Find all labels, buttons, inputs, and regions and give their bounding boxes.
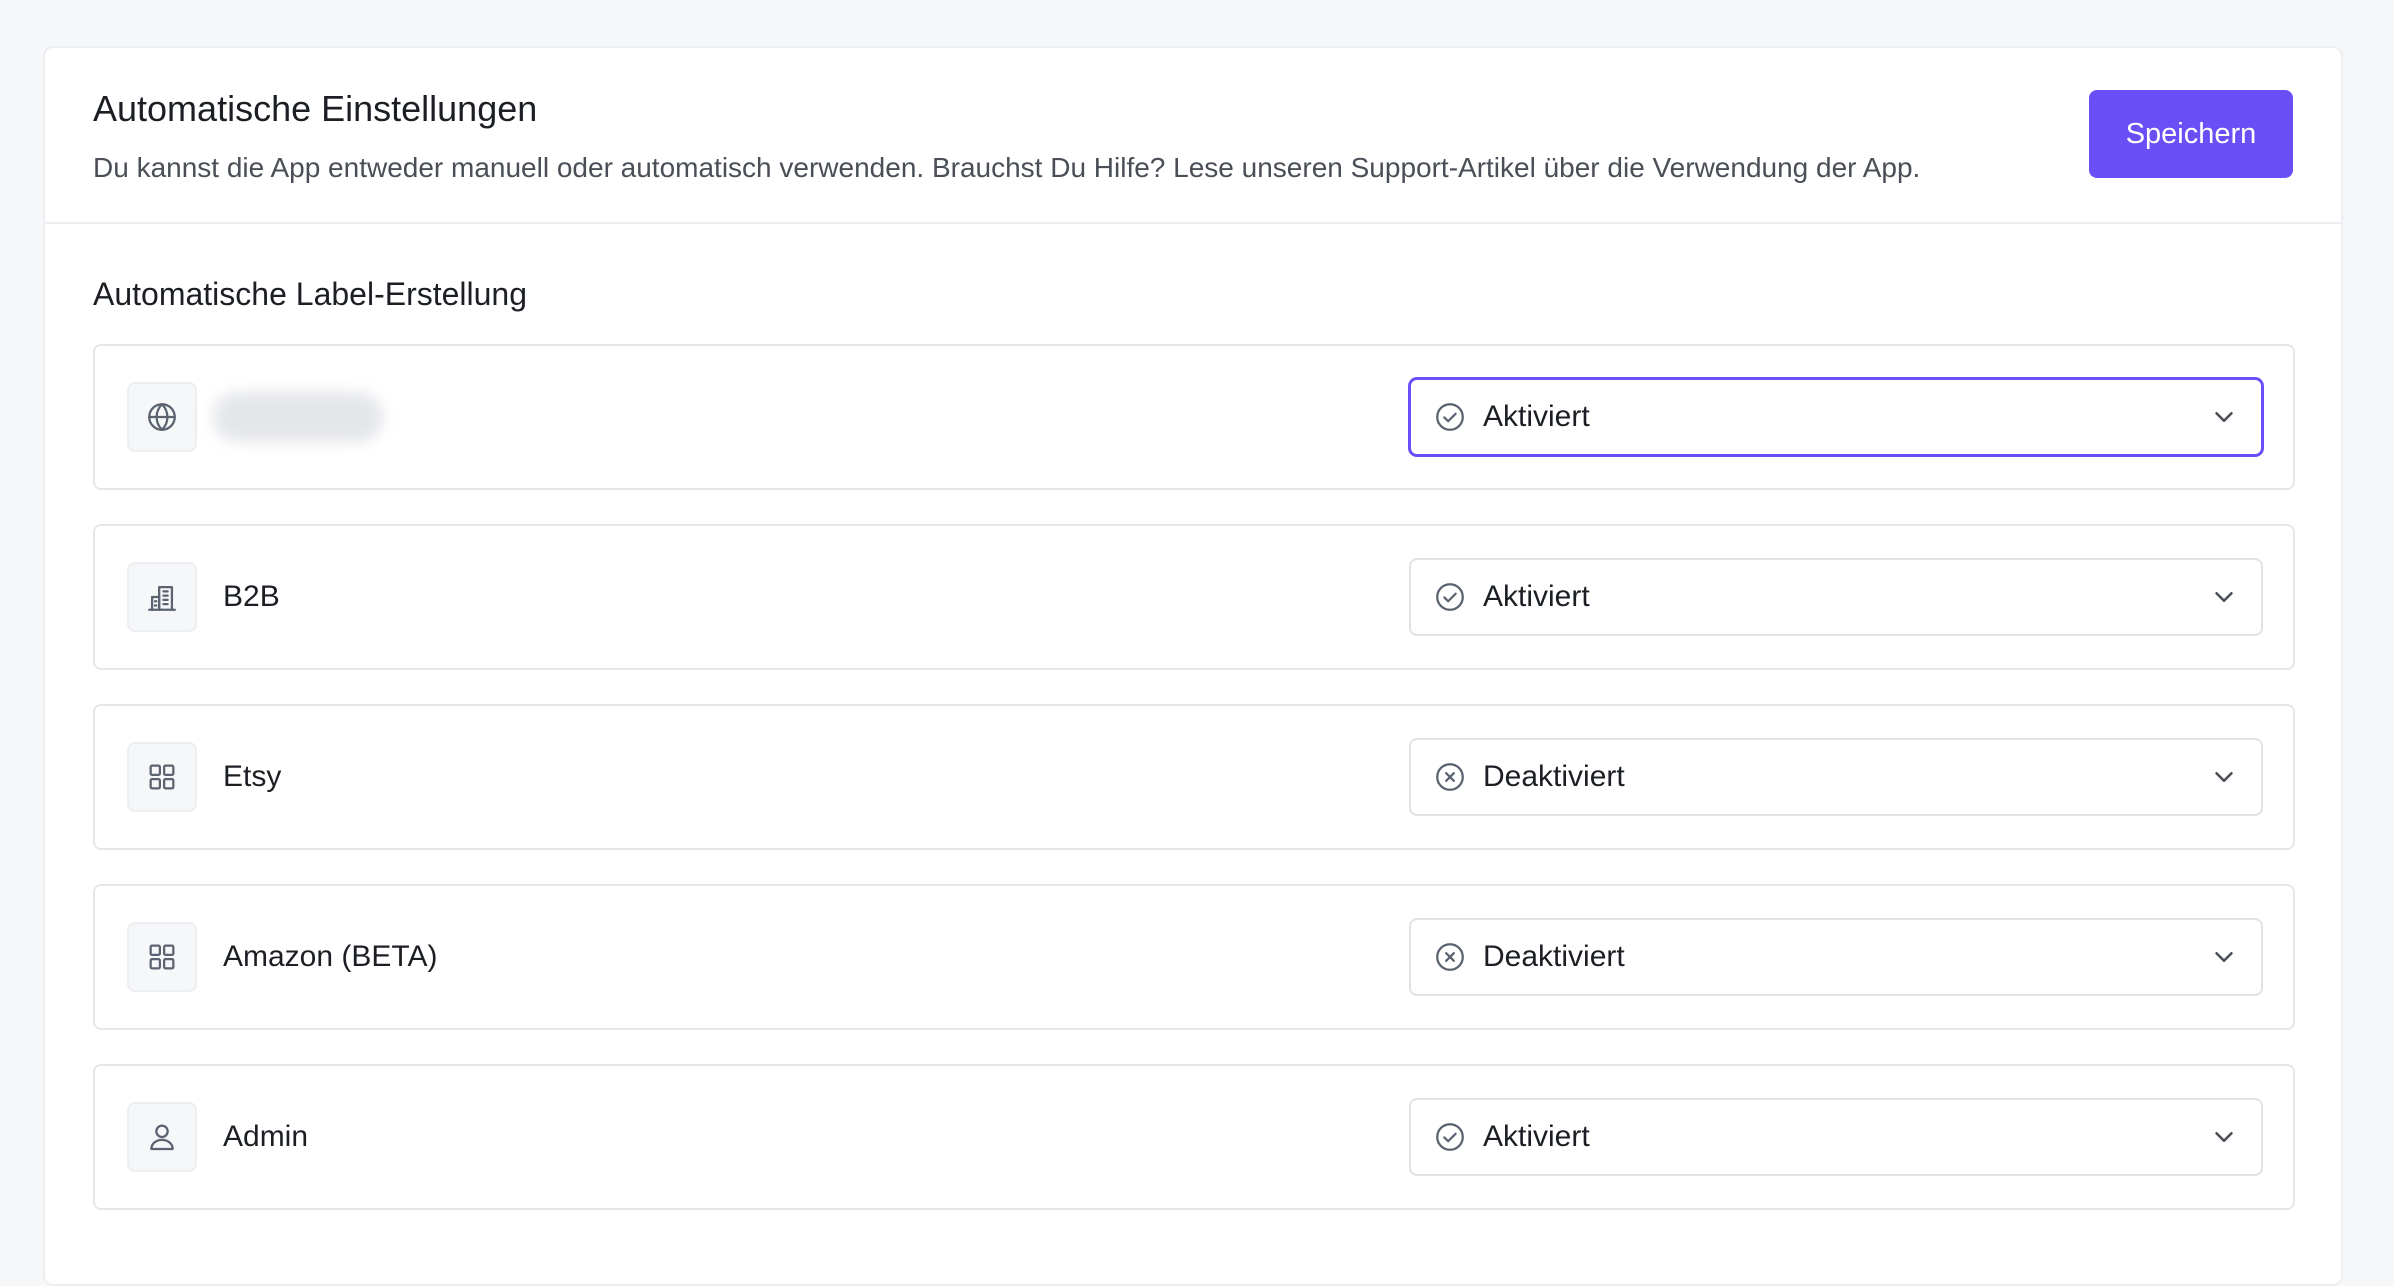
section-title: Automatische Label-Erstellung (93, 276, 528, 312)
channel-name: Etsy (223, 760, 282, 793)
user-icon (127, 1102, 197, 1172)
chevron-down-icon (2215, 592, 2233, 602)
select-value: Deaktiviert (1483, 760, 1625, 793)
building-icon (127, 562, 197, 632)
globe-icon (127, 382, 197, 452)
channel-row-admin: Admin Aktiviert (93, 1064, 2295, 1210)
check-circle-icon (1436, 403, 1464, 431)
check-circle-icon (1436, 583, 1464, 611)
check-circle-icon (1436, 1123, 1464, 1151)
select-value: Deaktiviert (1483, 940, 1625, 973)
select-value: Aktiviert (1483, 1120, 1590, 1153)
x-circle-icon (1436, 943, 1464, 971)
save-button[interactable]: Speichern (2089, 90, 2293, 178)
channel-row-amazon: Amazon (BETA) Deaktiviert (93, 884, 2295, 1030)
channel-row-webshop: Aktiviert (93, 344, 2295, 490)
status-select-admin[interactable]: Aktiviert (1409, 1098, 2263, 1176)
chevron-down-icon (2215, 772, 2233, 782)
card-header: Automatische Einstellungen Du kannst die… (45, 48, 2341, 224)
channel-row-b2b: B2B Aktiviert (93, 524, 2295, 670)
page-description: Du kannst die App entweder manuell oder … (93, 152, 1921, 183)
select-value: Aktiviert (1483, 400, 1590, 433)
grid-icon (127, 922, 197, 992)
channel-name-redacted (213, 392, 383, 442)
channel-name: Admin (223, 1120, 309, 1153)
channel-name: B2B (223, 580, 280, 613)
x-circle-icon (1436, 763, 1464, 791)
chevron-down-icon (2215, 1132, 2233, 1142)
settings-card: Automatische Einstellungen Du kannst die… (43, 46, 2343, 1286)
page-title: Automatische Einstellungen (93, 88, 538, 129)
status-select-webshop[interactable]: Aktiviert (1409, 378, 2263, 456)
channel-name: Amazon (BETA) (223, 940, 438, 973)
chevron-down-icon (2215, 952, 2233, 962)
status-select-b2b[interactable]: Aktiviert (1409, 558, 2263, 636)
grid-icon (127, 742, 197, 812)
select-value: Aktiviert (1483, 580, 1590, 613)
channel-row-etsy: Etsy Deaktiviert (93, 704, 2295, 850)
status-select-amazon[interactable]: Deaktiviert (1409, 918, 2263, 996)
status-select-etsy[interactable]: Deaktiviert (1409, 738, 2263, 816)
chevron-down-icon (2215, 412, 2233, 422)
